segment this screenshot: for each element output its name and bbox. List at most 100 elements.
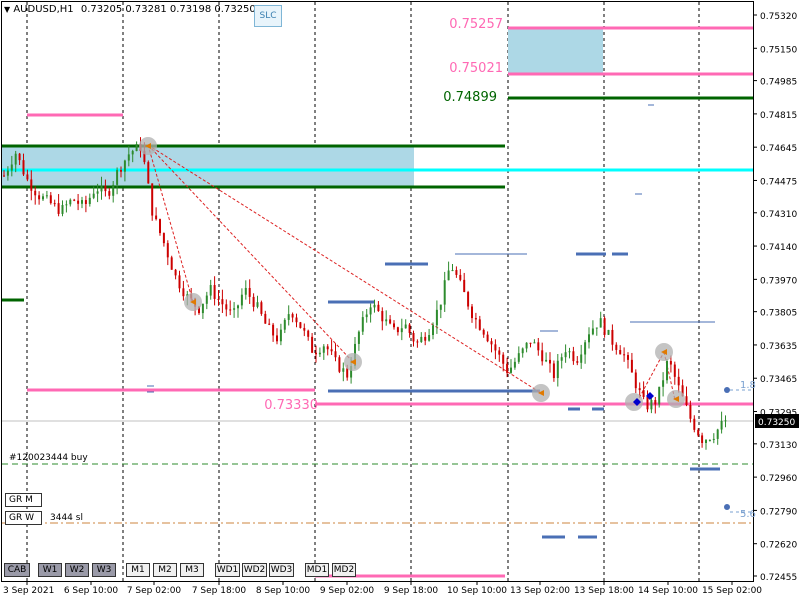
candle-body: [654, 400, 657, 405]
candle-body: [486, 334, 489, 342]
candle-body: [330, 349, 333, 352]
chart-canvas[interactable]: 0.75257 0.75021 0.74899 0.73330 1.8 5.6 …: [0, 0, 800, 600]
candle-body: [611, 329, 614, 345]
plot-frame: [1, 1, 754, 582]
gr-m-button[interactable]: GR M: [5, 493, 42, 507]
supply-zone-upper[interactable]: [508, 28, 603, 74]
ratio-dot-b: [724, 504, 730, 510]
w1-button[interactable]: W1: [38, 563, 62, 577]
wd2-button[interactable]: WD2: [242, 563, 267, 577]
wd1-button[interactable]: WD1: [215, 563, 240, 577]
triangle-down-icon[interactable]: ▼: [4, 5, 10, 14]
candle-body: [233, 308, 236, 310]
candle-body: [591, 328, 594, 335]
candle-body: [108, 191, 111, 196]
w2-button[interactable]: W2: [65, 563, 89, 577]
candle-body: [174, 269, 177, 276]
candle-body: [634, 372, 637, 389]
w3-button[interactable]: W3: [92, 563, 116, 577]
candle-body: [342, 368, 345, 372]
candle-body: [357, 331, 360, 344]
candle-body: [568, 351, 571, 353]
candle-body: [619, 349, 622, 355]
slc-button[interactable]: SLC: [254, 5, 282, 27]
candle-body: [677, 376, 680, 386]
y-tick-label: 0.73970: [760, 276, 797, 286]
m3-button[interactable]: M3: [180, 563, 204, 577]
candle-body: [326, 346, 329, 350]
candle-body: [572, 351, 575, 362]
md2-button[interactable]: MD2: [332, 563, 356, 577]
candle-body: [3, 175, 5, 177]
y-axis: 0.75320 0.75150 0.74985 0.74815 0.74645 0.744…: [753, 12, 797, 583]
candle-body: [377, 304, 380, 312]
candle-body: [658, 386, 661, 405]
candle-body: [112, 184, 115, 196]
gr-w-button[interactable]: GR W: [5, 511, 42, 525]
candle-body: [131, 151, 134, 155]
candle-body: [252, 296, 255, 307]
candle-body: [588, 334, 590, 343]
cab-button[interactable]: CAB: [4, 563, 30, 577]
candle-body: [533, 342, 536, 344]
y-tick-label: 0.73465: [760, 375, 797, 385]
x-tick-label: 14 Sep 10:00: [638, 586, 698, 596]
candle-body: [521, 348, 524, 354]
candle-body: [424, 336, 427, 341]
candle-body: [595, 327, 598, 329]
y-tick-label: 0.73130: [760, 441, 797, 451]
md1-button[interactable]: MD1: [305, 563, 329, 577]
y-tick-label: 0.72790: [760, 507, 797, 517]
candle-body: [268, 323, 271, 325]
m1-button[interactable]: M1: [126, 563, 150, 577]
candle-body: [552, 363, 555, 379]
candle-body: [685, 396, 688, 406]
candle-body: [669, 361, 672, 365]
chart-header: ▼ AUDUSD,H1 0.73205 0.73281 0.73198 0.73…: [4, 4, 256, 15]
candle-body: [373, 304, 376, 308]
candle-body: [225, 304, 228, 310]
x-axis: 3 Sep 2021 6 Sep 10:00 7 Sep 02:00 7 Sep 18…: [3, 581, 762, 596]
candle-body: [166, 243, 169, 258]
x-tick-label: 7 Sep 02:00: [127, 586, 182, 596]
candle-body: [346, 368, 349, 378]
y-tick-label: 0.74985: [760, 78, 797, 88]
y-tick-label: 0.74815: [760, 111, 797, 121]
candle-body: [116, 170, 119, 185]
candle-body: [537, 342, 540, 351]
candle-body: [638, 388, 641, 391]
candle-body: [447, 270, 450, 281]
candle-body: [615, 344, 618, 350]
candle-body: [662, 380, 665, 387]
candle-body: [127, 154, 130, 161]
candle-body: [599, 318, 602, 328]
candle-body: [451, 270, 454, 272]
candle-body: [381, 311, 384, 322]
candle-body: [96, 191, 99, 194]
x-tick-label: 10 Sep 10:00: [447, 586, 507, 596]
ohlc-values: 0.73205 0.73281 0.73198 0.73250: [80, 4, 256, 15]
candle-body: [642, 390, 645, 397]
candle-body: [498, 350, 501, 355]
candle-body: [525, 342, 528, 349]
candle-body: [697, 429, 700, 436]
x-tick-label: 9 Sep 02:00: [320, 586, 375, 596]
candle-body: [459, 274, 462, 280]
candle-body: [151, 183, 154, 216]
candle-body: [716, 429, 719, 439]
candle-body: [104, 185, 107, 192]
candle-body: [123, 160, 126, 172]
y-tick-label: 0.72455: [760, 573, 797, 583]
candle-body: [205, 295, 208, 304]
candle-body: [365, 314, 368, 318]
wd3-button[interactable]: WD3: [269, 563, 294, 577]
candle-body: [474, 318, 477, 320]
supply-zone-left[interactable]: [2, 147, 414, 187]
candle-body: [369, 307, 372, 315]
candle-body: [100, 185, 103, 192]
candle-body: [494, 344, 497, 351]
m2-button[interactable]: M2: [153, 563, 177, 577]
candle-body: [291, 314, 294, 318]
candle-body: [467, 292, 470, 307]
candle-body: [603, 318, 606, 335]
